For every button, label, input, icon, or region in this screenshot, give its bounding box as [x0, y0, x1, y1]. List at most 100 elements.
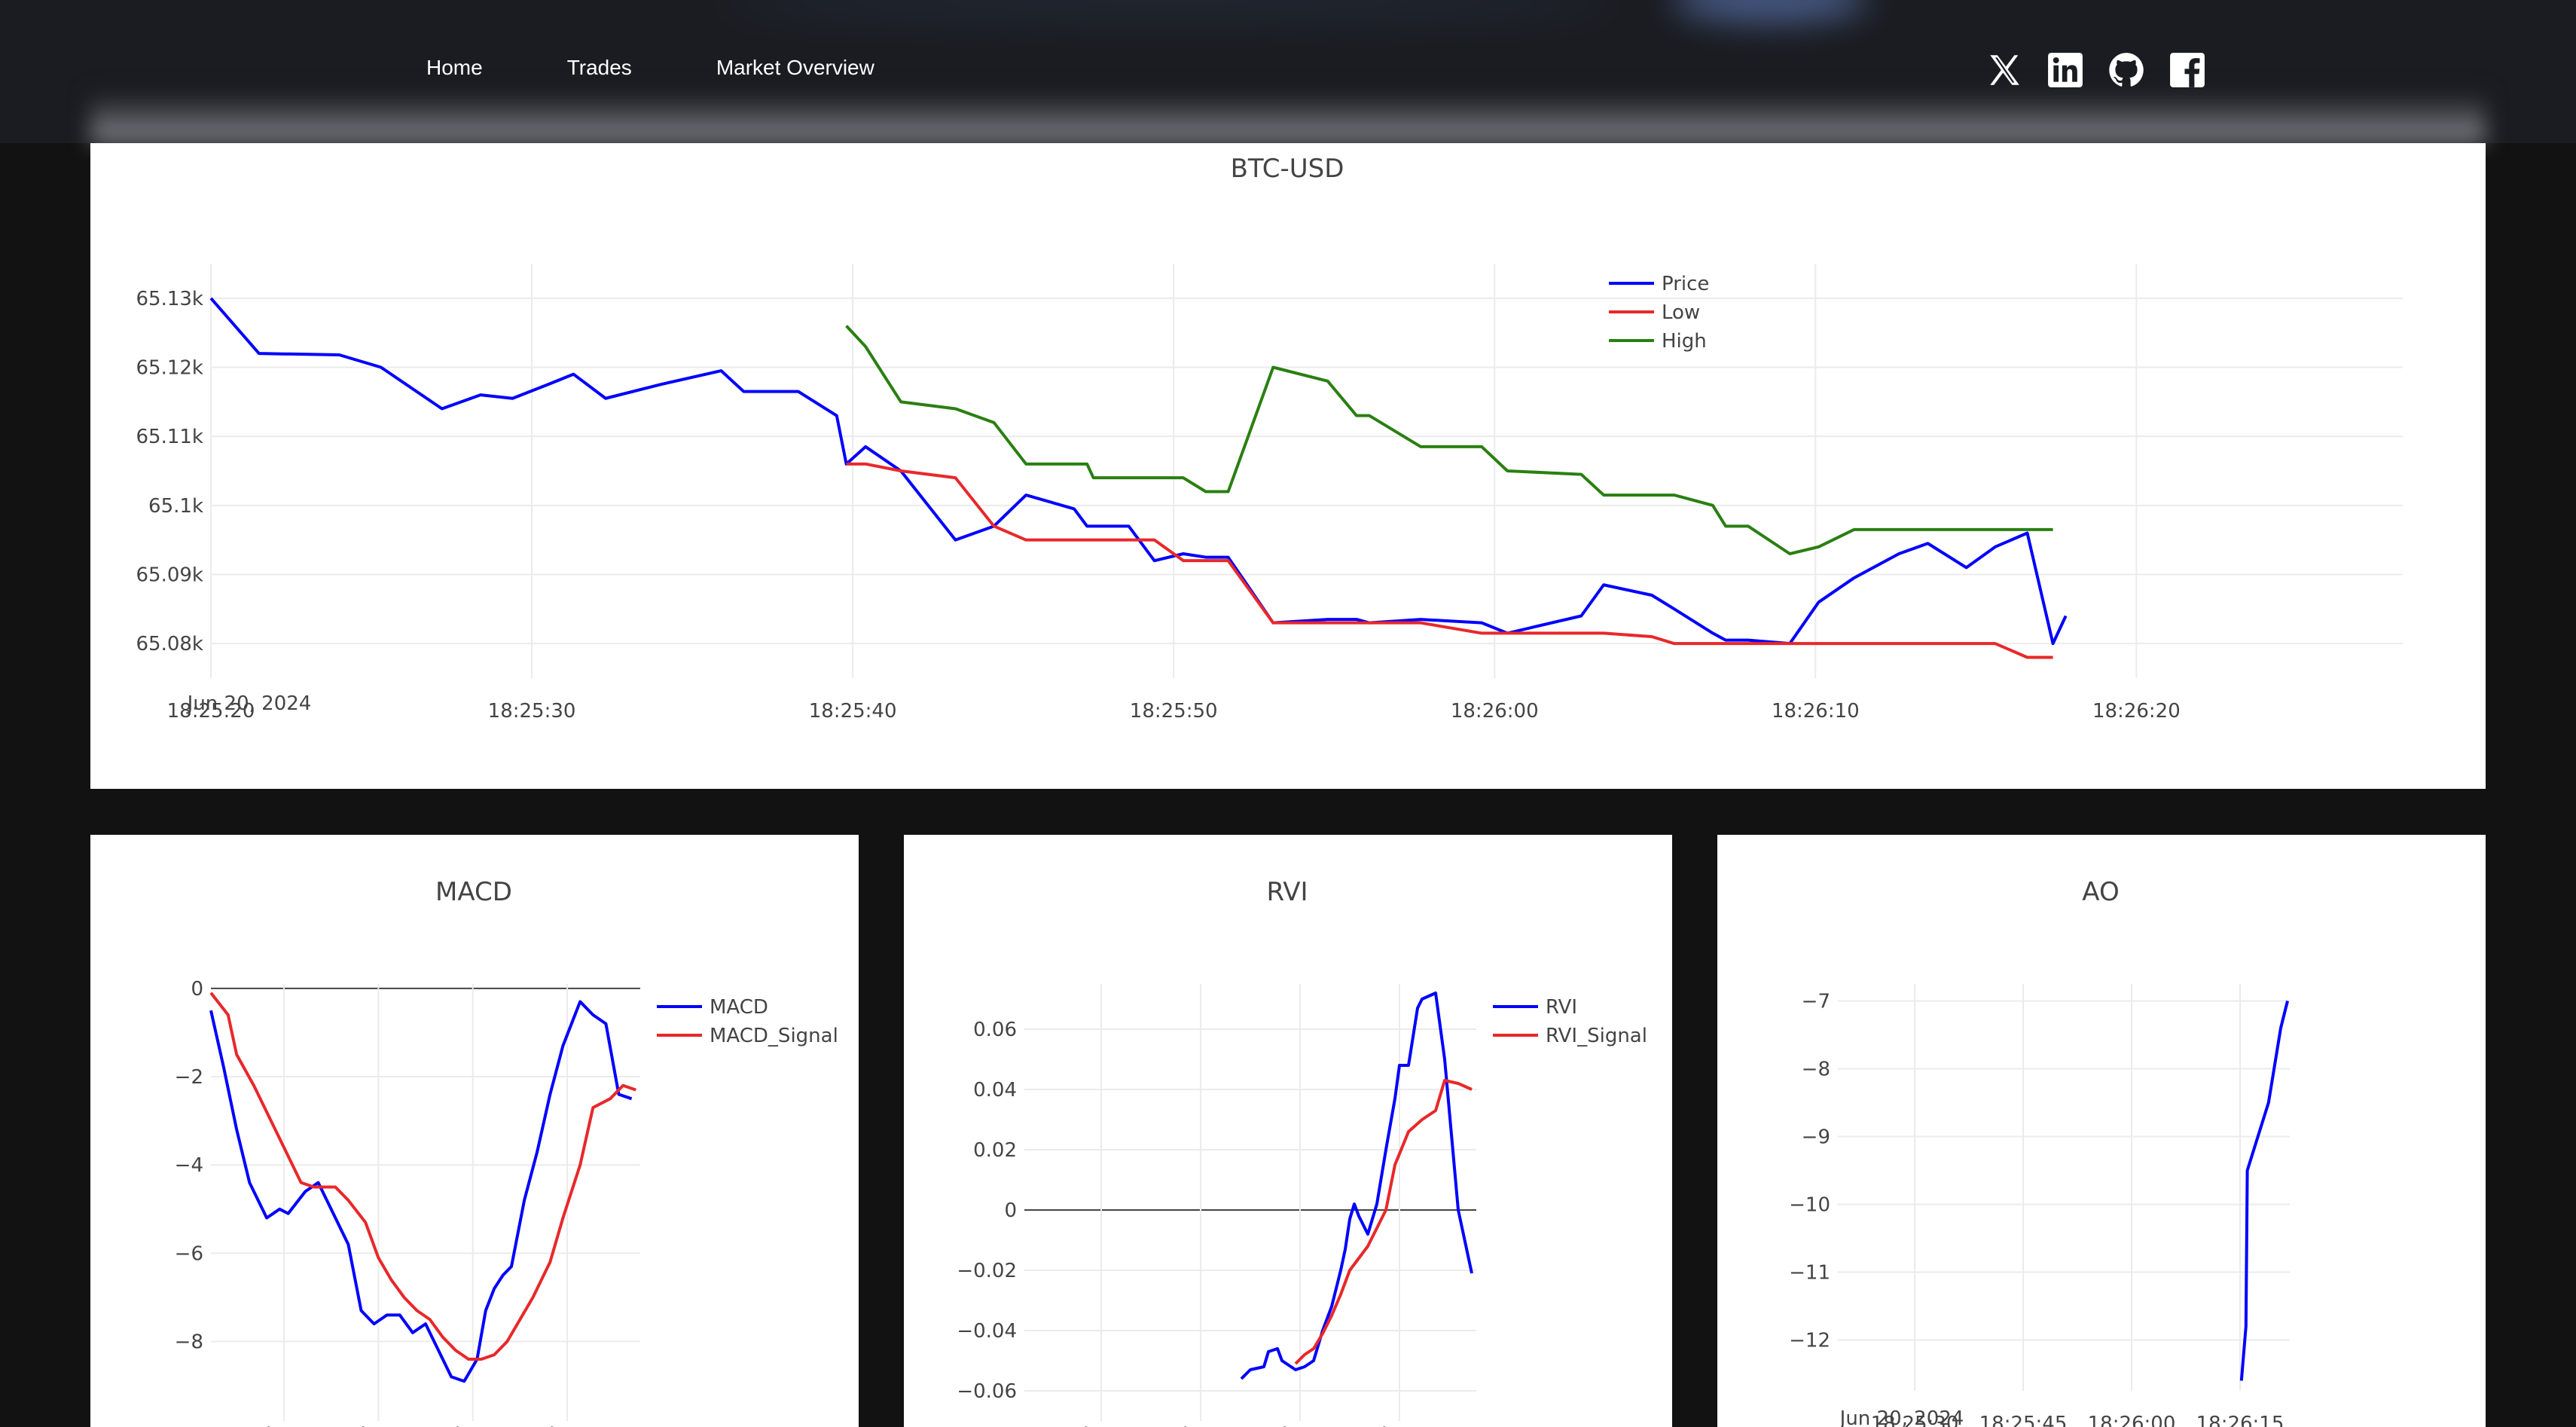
legend-rvi-signal[interactable]: RVI_Signal: [1546, 1025, 1647, 1047]
x-tick-label: 18:26: [1372, 1422, 1433, 1427]
legend[interactable]: Price Low High: [1609, 273, 1709, 353]
nav-link-home[interactable]: Home: [426, 56, 483, 80]
rvi-chart-panel: RVI 0.060.040.020−0.02−0.04−0.06 18:2518…: [904, 835, 1672, 1427]
y-tick-label: 0: [191, 978, 203, 1001]
chart-title: MACD: [435, 877, 512, 907]
y-tick-label: 65.08k: [136, 633, 204, 655]
x-tick-label: 18:26: [540, 1422, 600, 1427]
y-tick-label: 0: [1004, 1199, 1017, 1222]
y-tick-label: 0.02: [973, 1139, 1017, 1162]
rvi-chart: RVI 0.060.040.020−0.02−0.04−0.06 18:2518…: [957, 877, 1647, 1427]
x-tick-label: 18:26:20: [2092, 700, 2181, 723]
y-tick-label: −2: [175, 1066, 203, 1089]
macd-grid: [211, 984, 640, 1421]
macd-x-axis: 18:25 18:25 18:26 18:26: [257, 1422, 600, 1427]
legend-low[interactable]: Low: [1662, 301, 1700, 324]
ao-chart: AO −7−8−9−10−11−12 Jun 20, 2024 18:25:30…: [1789, 877, 2290, 1427]
series-line-rvi-signal[interactable]: [1294, 1079, 1473, 1365]
x-tick-label: 18:26:00: [2088, 1413, 2176, 1427]
series-line-price[interactable]: [209, 297, 2068, 646]
navbar-glow: [716, 0, 1619, 15]
legend-price[interactable]: Price: [1662, 273, 1709, 295]
ao-y-axis: −7 −8 −9 −10 −11 −12: [1789, 991, 1830, 1352]
btc-x-axis: Jun 20, 2024 18:25:20 18:25:30 18:25:40 18:…: [167, 692, 2181, 723]
legend[interactable]: RVI RVI_Signal: [1493, 996, 1647, 1047]
navbar-highlight: [1672, 0, 1868, 23]
x-tick-label: 18:25: [1174, 1422, 1234, 1427]
x-tick-label: 18:26: [1273, 1422, 1333, 1427]
nav-link-market-overview[interactable]: Market Overview: [716, 56, 874, 80]
rvi-grid: [1024, 984, 1476, 1421]
series-line-ao[interactable]: [2239, 1001, 2289, 1381]
y-tick-label: −0.04: [957, 1320, 1017, 1343]
macd-y-axis: 0 −2 −4 −6 −8: [175, 978, 203, 1354]
y-tick-label: 0.06: [973, 1019, 1017, 1041]
y-tick-label: −7: [1802, 991, 1830, 1013]
ao-chart-panel: AO −7 −8 −9 −10 −11 −12 Jun 20, 2024 18:25:30…: [1717, 835, 2486, 1427]
x-tick-label: 18:26:10: [1772, 700, 1860, 723]
series-line-macd-signal[interactable]: [209, 992, 636, 1361]
y-tick-label: −11: [1789, 1262, 1830, 1285]
linkedin-icon[interactable]: [2046, 51, 2084, 89]
macd-chart-panel: MACD 0 −2 −4 −6 −8 18:25 18:25 18:26 18:26 MACD…: [90, 835, 859, 1427]
x-tick-label: 18:25:20: [167, 700, 255, 723]
y-tick-label: 65.12k: [136, 357, 204, 380]
macd-chart: MACD 0 −2 −4 −6 −8 18:25 18:25 18:26 18:26 MACD…: [175, 877, 838, 1427]
series-line-low[interactable]: [846, 462, 2053, 659]
facebook-icon[interactable]: [2169, 51, 2206, 89]
chart-title: RVI: [1266, 877, 1308, 907]
github-icon[interactable]: [2107, 51, 2145, 89]
y-tick-label: −10: [1789, 1194, 1830, 1217]
legend-macd[interactable]: MACD: [710, 996, 768, 1019]
legend-rvi[interactable]: RVI: [1546, 996, 1577, 1019]
btc-grid: [210, 264, 2403, 678]
x-tick-label: 18:26:00: [1451, 700, 1539, 723]
legend[interactable]: MACD MACD_Signal: [657, 996, 838, 1047]
y-tick-label: −0.06: [957, 1380, 1017, 1403]
series-line-macd[interactable]: [209, 1000, 633, 1383]
ao-x-axis: Jun 20, 2024 18:25:30 18:25:45 18:26:00 18:…: [1839, 1407, 2285, 1427]
x-tick-label: 18:25:45: [1979, 1413, 2068, 1427]
y-tick-label: −9: [1802, 1126, 1830, 1149]
x-tick-label: 18:25: [1074, 1422, 1134, 1427]
y-tick-label: 0.04: [973, 1079, 1017, 1102]
y-tick-label: −8: [1802, 1059, 1830, 1081]
y-tick-label: 65.09k: [136, 564, 204, 587]
ao-series: [2239, 1001, 2289, 1381]
y-tick-label: 65.1k: [148, 495, 203, 518]
series-line-high[interactable]: [845, 325, 2053, 555]
btc-y-axis: 65.13k 65.12k 65.11k 65.1k 65.09k 65.08k: [136, 288, 204, 655]
series-line-rvi[interactable]: [1240, 992, 1473, 1380]
y-tick-label: −8: [175, 1331, 203, 1354]
chart-title: AO: [2082, 877, 2119, 907]
btc-series: [209, 297, 2068, 659]
macd-series: [209, 992, 636, 1383]
y-tick-label: −0.02: [957, 1260, 1017, 1282]
y-tick-label: 65.13k: [136, 288, 204, 310]
rvi-y-axis: 0.06 0.04 0.02 0 −0.02 −0.04 −0.06: [957, 1019, 1017, 1403]
navbar: Home Trades Market Overview: [0, 0, 2576, 143]
y-tick-label: 65.11k: [136, 426, 204, 448]
x-tick-label: 18:25:40: [809, 700, 897, 723]
nav-link-trades[interactable]: Trades: [567, 56, 632, 80]
ao-grid: [1838, 984, 2290, 1391]
x-tick-label: 18:25:50: [1130, 700, 1218, 723]
x-tick-label: 18:25: [257, 1422, 317, 1427]
x-icon[interactable]: [1985, 51, 2023, 89]
x-tick-label: 18:26:15: [2196, 1413, 2285, 1427]
y-tick-label: −6: [175, 1242, 203, 1265]
btc-usd-chart: BTC-USD 65.13k65.12k65.11k65.1k65.09k65.…: [136, 154, 2403, 723]
legend-high[interactable]: High: [1662, 330, 1707, 353]
rvi-series: [1240, 992, 1473, 1380]
x-tick-label: 18:25:30: [1871, 1413, 1959, 1427]
legend-macd-signal[interactable]: MACD_Signal: [710, 1025, 838, 1047]
btc-chart-panel: BTC-USD 65.13k 65.12k 65.11k 65.1k 65.09k 65.…: [90, 143, 2486, 789]
x-tick-label: 18:26: [446, 1422, 506, 1427]
chart-title: BTC-USD: [1231, 154, 1344, 184]
social-links: [1985, 51, 2206, 89]
y-tick-label: −4: [175, 1154, 203, 1177]
navbar-shadow: [90, 94, 2486, 143]
x-tick-label: 18:25:30: [488, 700, 576, 723]
rvi-x-axis: 18:25 18:25 18:26 18:26: [1074, 1422, 1433, 1427]
nav-links: Home Trades Market Overview: [426, 56, 959, 80]
